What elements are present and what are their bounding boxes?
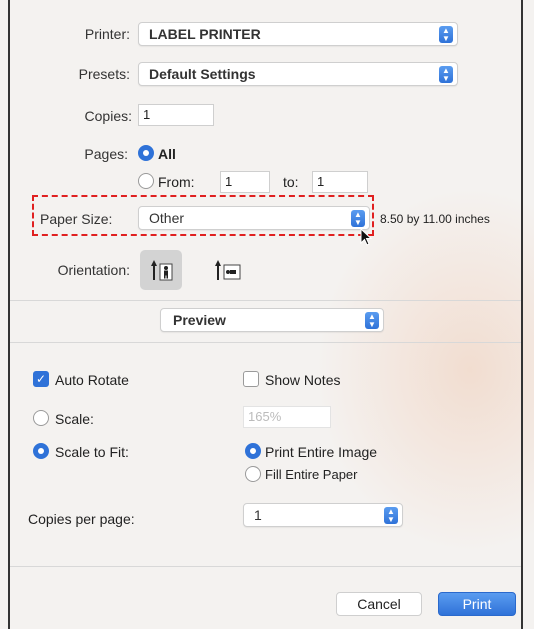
paper-size-dimensions: 8.50 by 11.00 inches [380, 212, 490, 226]
pages-from-radio[interactable] [138, 173, 154, 189]
pages-all-label: All [158, 146, 176, 162]
paper-size-label: Paper Size: [40, 211, 113, 227]
fill-entire-paper-radio[interactable] [245, 466, 261, 482]
pages-from-input[interactable]: 1 [220, 171, 270, 193]
copies-input[interactable]: 1 [138, 104, 214, 126]
pages-label: Pages: [84, 146, 128, 162]
paper-size-value: Other [149, 210, 185, 226]
scale-input[interactable]: 165% [243, 406, 331, 428]
scale-to-fit-label: Scale to Fit: [55, 444, 129, 460]
copies-label: Copies: [84, 108, 132, 124]
separator [10, 300, 521, 301]
popup-arrows-icon: ▲ ▼ [439, 26, 453, 43]
copies-per-page-value: 1 [254, 507, 262, 523]
print-entire-image-label: Print Entire Image [265, 444, 378, 460]
cancel-button[interactable]: Cancel [336, 592, 422, 616]
show-notes-label: Show Notes [265, 372, 341, 388]
section-popup[interactable]: Preview ▲ ▼ [160, 308, 384, 332]
presets-popup[interactable]: Default Settings ▲ ▼ [138, 62, 458, 86]
orientation-label: Orientation: [57, 262, 130, 278]
auto-rotate-checkbox[interactable]: ✓ [33, 371, 49, 387]
scale-label: Scale: [55, 411, 94, 427]
copies-per-page-popup[interactable]: 1 ▲ ▼ [243, 503, 403, 527]
separator [10, 566, 521, 567]
pages-to-label: to: [283, 174, 299, 190]
printer-popup[interactable]: LABEL PRINTER ▲ ▼ [138, 22, 458, 46]
print-entire-image-radio[interactable] [245, 443, 261, 459]
separator [10, 342, 521, 343]
pages-from-label: From: [158, 174, 195, 190]
printer-value: LABEL PRINTER [149, 26, 261, 42]
landscape-orientation-button[interactable] [206, 250, 248, 290]
scale-to-fit-radio[interactable] [33, 443, 49, 459]
portrait-orientation-icon [151, 260, 173, 281]
printer-label: Printer: [84, 26, 130, 42]
scale-radio[interactable] [33, 410, 49, 426]
presets-label: Presets: [78, 66, 130, 82]
copies-per-page-label: Copies per page: [28, 511, 135, 527]
section-value: Preview [173, 312, 226, 328]
pages-all-radio[interactable] [138, 145, 154, 161]
mouse-cursor-icon [360, 228, 373, 246]
paper-size-popup[interactable]: Other ▲ ▼ [138, 206, 370, 230]
pages-to-input[interactable]: 1 [312, 171, 368, 193]
print-button[interactable]: Print [438, 592, 516, 616]
landscape-orientation-icon [215, 260, 241, 280]
fill-entire-paper-label: Fill Entire Paper [265, 467, 358, 482]
portrait-orientation-button[interactable] [140, 250, 182, 290]
presets-value: Default Settings [149, 66, 256, 82]
popup-arrows-icon: ▲ ▼ [384, 507, 398, 524]
popup-arrows-icon: ▲ ▼ [439, 66, 453, 83]
popup-arrows-icon: ▲ ▼ [351, 210, 365, 227]
show-notes-checkbox[interactable] [243, 371, 259, 387]
auto-rotate-label: Auto Rotate [55, 372, 129, 388]
popup-arrows-icon: ▲ ▼ [365, 312, 379, 329]
